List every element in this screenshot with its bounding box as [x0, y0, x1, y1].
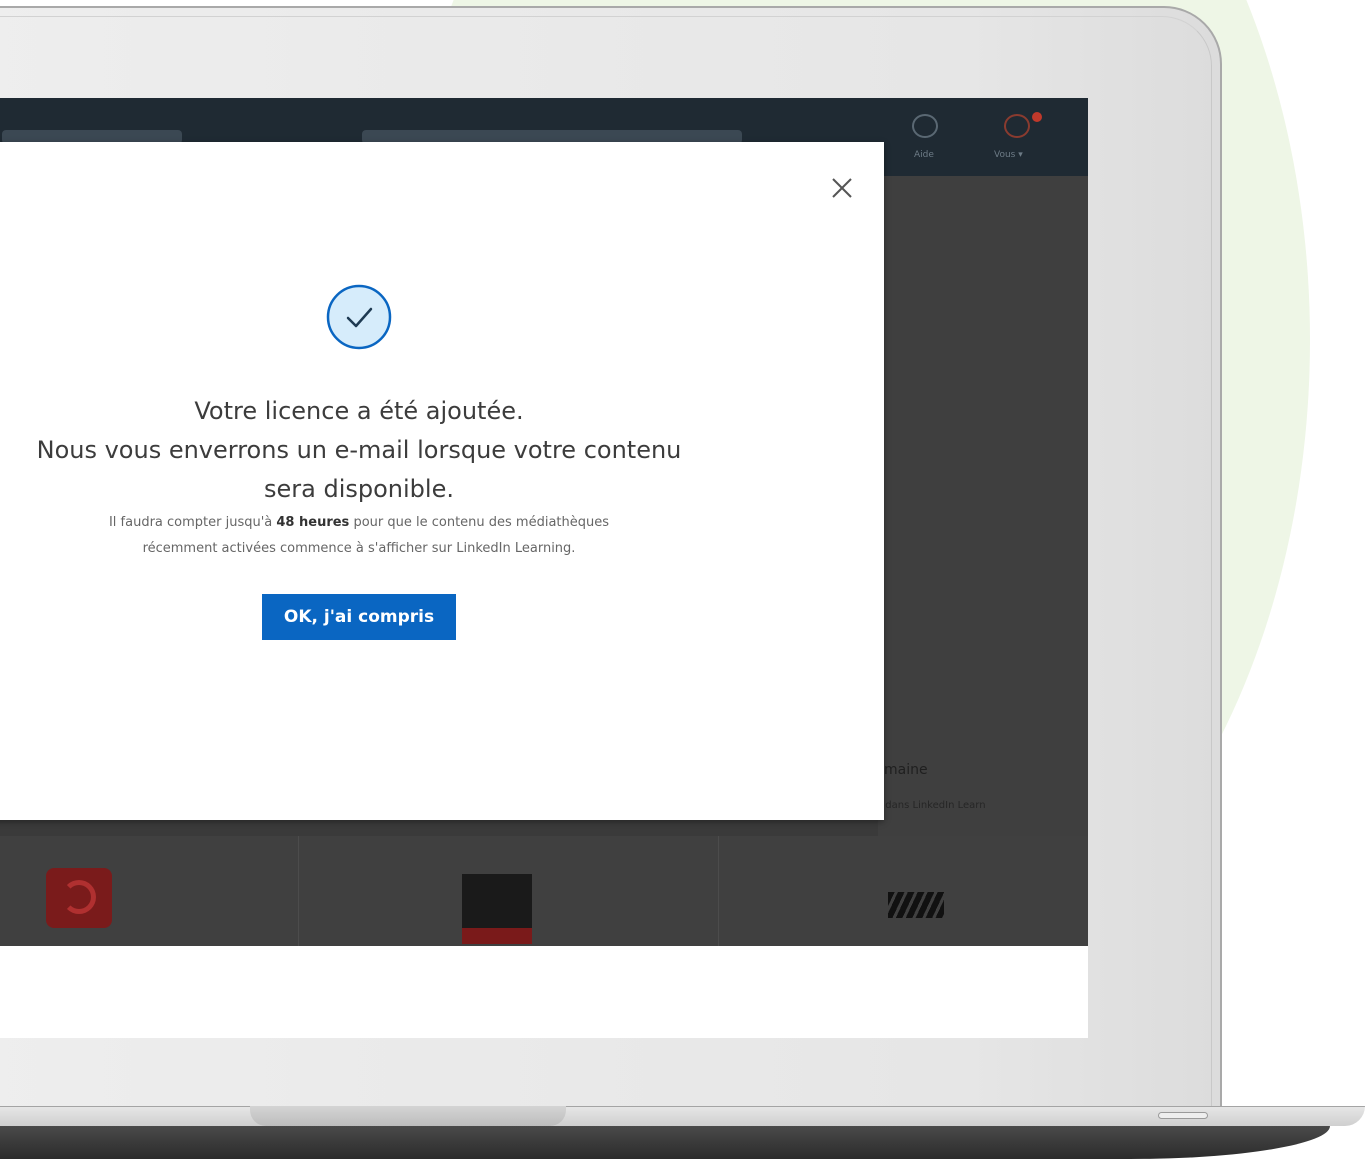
laptop-screen: Aide Vous ▾ maine r dans LinkedIn Learn — [0, 98, 1088, 1038]
dialog-note-text: Il faudra compter jusqu'à — [108, 515, 277, 530]
laptop-base-notch — [250, 1106, 566, 1126]
user-avatar-icon[interactable] — [1004, 114, 1030, 138]
notification-badge — [1032, 112, 1042, 122]
library-logo-strip — [0, 836, 1088, 946]
dialog-note: Il faudra compter jusqu'à 48 heures pour… — [2, 510, 716, 562]
check-circle-icon — [326, 284, 392, 350]
dialog-note-text: récemment activées commence à s'afficher… — [142, 541, 576, 556]
laptop-lid: Aide Vous ▾ maine r dans LinkedIn Learn — [0, 6, 1222, 1110]
background-panel-subtext: r dans LinkedIn Learn — [878, 800, 986, 811]
screen-lower-area — [0, 946, 1088, 1038]
library-logo-red-icon — [46, 868, 112, 928]
help-icon[interactable] — [912, 114, 938, 138]
library-logo-book-icon — [462, 874, 532, 944]
dialog-title-line: Votre licence a été ajoutée. — [194, 397, 524, 425]
page: { "modal": { "title_line1": "Votre licen… — [0, 0, 1365, 1159]
dialog-title: Votre licence a été ajoutée. Nous vous e… — [2, 392, 716, 509]
close-icon — [832, 178, 852, 198]
dialog-note-text: pour que le contenu des médiathèques — [349, 515, 610, 530]
help-label: Aide — [914, 150, 934, 160]
user-menu-label[interactable]: Vous ▾ — [994, 150, 1023, 160]
strip-divider — [718, 836, 719, 946]
dialog-title-line: Nous vous enverrons un e-mail lorsque vo… — [36, 436, 682, 464]
close-button[interactable] — [826, 172, 858, 204]
license-added-dialog: Votre licence a été ajoutée. Nous vous e… — [0, 142, 884, 820]
background-right-panel: maine r dans LinkedIn Learn — [878, 176, 1088, 836]
strip-divider — [298, 836, 299, 946]
laptop-base-bottom — [0, 1126, 1330, 1159]
laptop-base — [0, 1106, 1365, 1159]
dialog-title-line: sera disponible. — [264, 475, 454, 503]
library-logo-mark-icon — [888, 892, 944, 918]
confirm-button[interactable]: OK, j'ai compris — [262, 594, 456, 640]
dialog-note-duration: 48 heures — [276, 515, 350, 530]
laptop-base-slot — [1158, 1112, 1208, 1119]
background-panel-text: maine — [884, 762, 928, 778]
